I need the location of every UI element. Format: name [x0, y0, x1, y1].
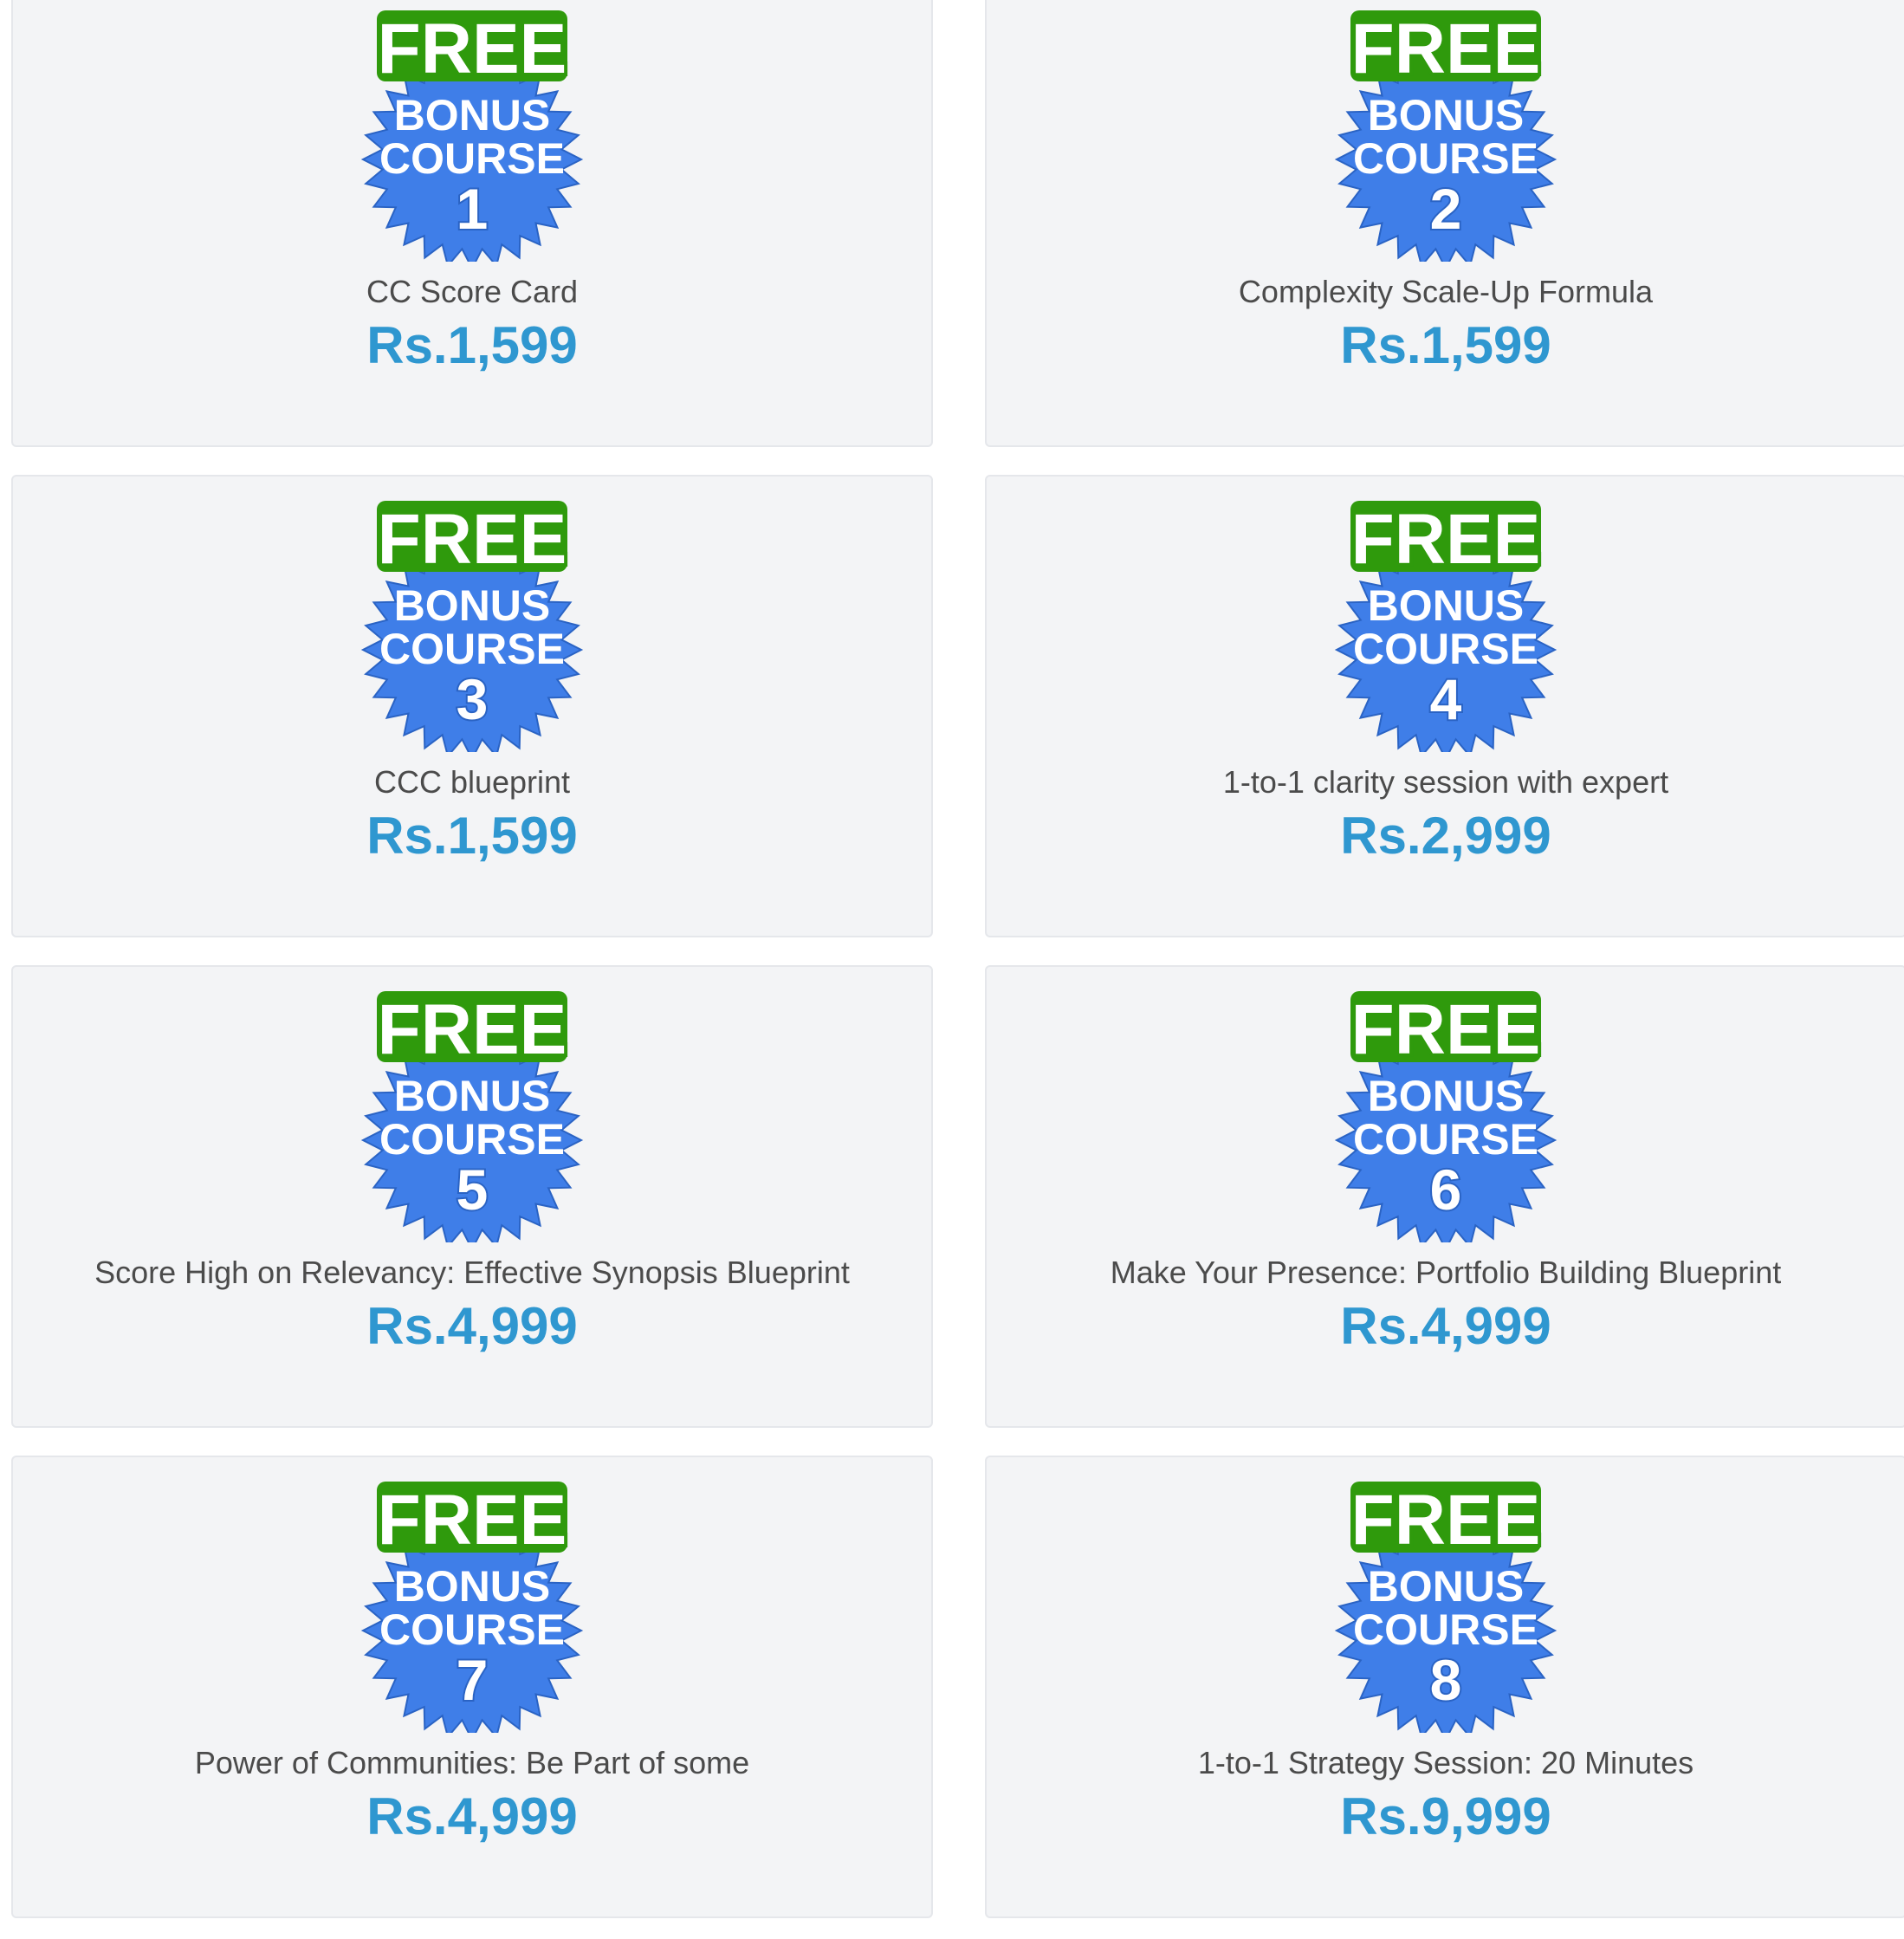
bonus-text: BONUS: [394, 91, 551, 139]
free-bonus-course-badge-icon: FREE BONUS COURSE 5: [351, 982, 593, 1242]
course-price: Rs.4,999: [366, 1297, 578, 1355]
free-bonus-course-badge-icon: FREE BONUS COURSE 4: [1324, 492, 1567, 752]
course-number: 2: [1430, 177, 1462, 241]
course-title: 1-to-1 clarity session with expert: [1222, 764, 1669, 800]
course-price: Rs.9,999: [1340, 1787, 1551, 1845]
course-text: COURSE: [1353, 1605, 1538, 1654]
course-price: Rs.2,999: [1340, 807, 1551, 865]
course-title: Score High on Relevancy: Effective Synop…: [94, 1255, 850, 1290]
course-text: COURSE: [1353, 1115, 1538, 1164]
course-title: Complexity Scale-Up Formula: [1238, 274, 1654, 309]
free-text: FREE: [1351, 10, 1541, 88]
bonus-course-card[interactable]: FREE BONUS COURSE 8 1-to-1 Strategy Sess…: [985, 1456, 1904, 1918]
bonus-course-grid: FREE BONUS COURSE 1 CC Score Card Rs.1,5…: [0, 0, 1904, 1918]
course-text: COURSE: [379, 625, 565, 673]
course-price: Rs.4,999: [1340, 1297, 1551, 1355]
course-number: 6: [1430, 1158, 1462, 1222]
course-number: 4: [1430, 667, 1462, 731]
course-text: COURSE: [379, 1605, 565, 1654]
course-price: Rs.1,599: [366, 807, 578, 865]
bonus-course-card[interactable]: FREE BONUS COURSE 5 Score High on Releva…: [11, 965, 933, 1428]
bonus-text: BONUS: [1368, 581, 1525, 630]
free-text: FREE: [1351, 990, 1541, 1069]
free-bonus-course-badge-icon: FREE BONUS COURSE 8: [1324, 1473, 1567, 1733]
free-text: FREE: [378, 1481, 567, 1560]
bonus-text: BONUS: [1368, 91, 1525, 139]
course-number: 8: [1430, 1648, 1462, 1712]
bonus-text: BONUS: [1368, 1072, 1525, 1120]
bonus-text: BONUS: [1368, 1562, 1525, 1611]
bonus-course-card[interactable]: FREE BONUS COURSE 3 CCC blueprint Rs.1,5…: [11, 475, 933, 937]
course-price: Rs.4,999: [366, 1787, 578, 1845]
free-bonus-course-badge-icon: FREE BONUS COURSE 1: [351, 2, 593, 262]
course-title: Power of Communities: Be Part of some: [194, 1745, 750, 1780]
bonus-course-card[interactable]: FREE BONUS COURSE 2 Complexity Scale-Up …: [985, 0, 1904, 447]
bonus-course-card[interactable]: FREE BONUS COURSE 4 1-to-1 clarity sessi…: [985, 475, 1904, 937]
free-text: FREE: [378, 10, 567, 88]
course-text: COURSE: [379, 1115, 565, 1164]
course-price: Rs.1,599: [366, 316, 578, 374]
course-number: 7: [457, 1648, 489, 1712]
free-text: FREE: [378, 990, 567, 1069]
free-text: FREE: [1351, 1481, 1541, 1560]
bonus-course-card[interactable]: FREE BONUS COURSE 6 Make Your Presence: …: [985, 965, 1904, 1428]
free-text: FREE: [1351, 500, 1541, 579]
course-number: 1: [457, 177, 489, 241]
course-text: COURSE: [379, 134, 565, 183]
free-bonus-course-badge-icon: FREE BONUS COURSE 6: [1324, 982, 1567, 1242]
course-title: CC Score Card: [366, 274, 579, 309]
course-title: Make Your Presence: Portfolio Building B…: [1110, 1255, 1782, 1290]
course-text: COURSE: [1353, 625, 1538, 673]
bonus-text: BONUS: [394, 1072, 551, 1120]
course-price: Rs.1,599: [1340, 316, 1551, 374]
course-title: 1-to-1 Strategy Session: 20 Minutes: [1197, 1745, 1694, 1780]
free-bonus-course-badge-icon: FREE BONUS COURSE 7: [351, 1473, 593, 1733]
bonus-text: BONUS: [394, 1562, 551, 1611]
bonus-course-card[interactable]: FREE BONUS COURSE 1 CC Score Card Rs.1,5…: [11, 0, 933, 447]
free-bonus-course-badge-icon: FREE BONUS COURSE 3: [351, 492, 593, 752]
course-number: 3: [457, 667, 489, 731]
free-text: FREE: [378, 500, 567, 579]
course-title: CCC blueprint: [373, 764, 571, 800]
course-text: COURSE: [1353, 134, 1538, 183]
bonus-course-card[interactable]: FREE BONUS COURSE 7 Power of Communities…: [11, 1456, 933, 1918]
free-bonus-course-badge-icon: FREE BONUS COURSE 2: [1324, 2, 1567, 262]
course-number: 5: [457, 1158, 489, 1222]
bonus-text: BONUS: [394, 581, 551, 630]
